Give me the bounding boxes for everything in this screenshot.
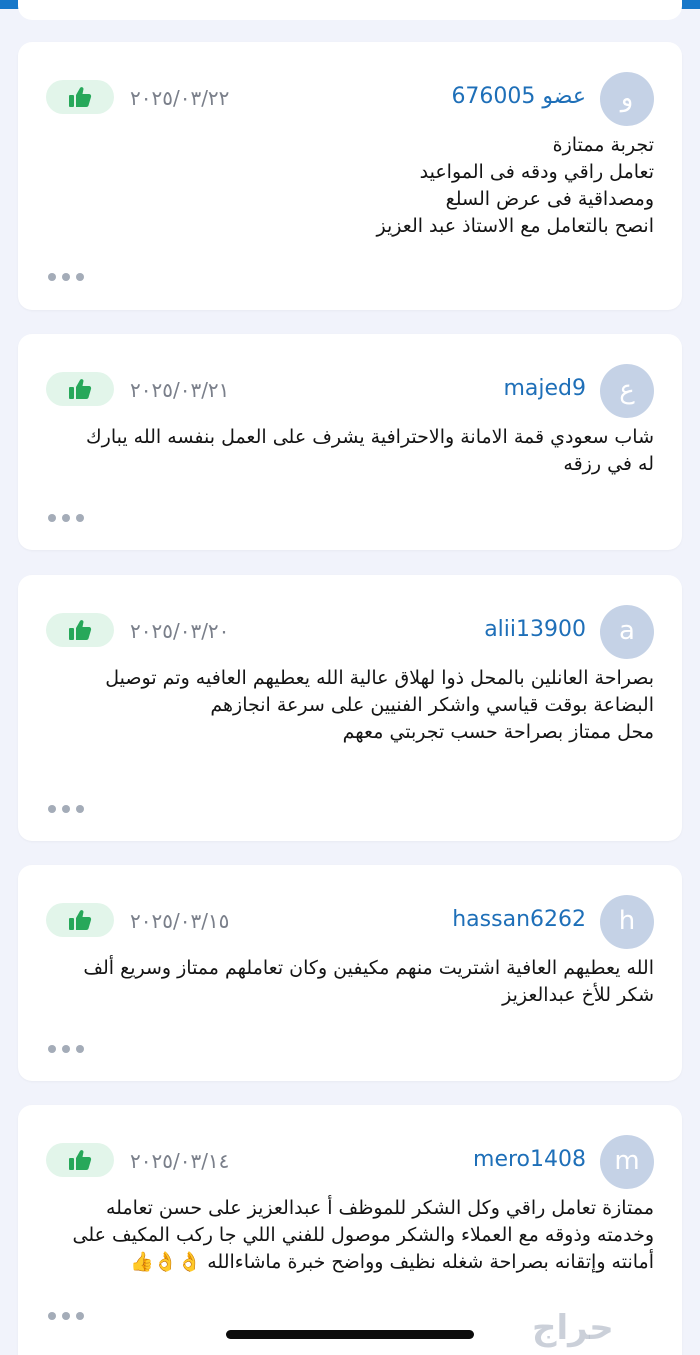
reviewer-username[interactable]: mero1408 xyxy=(473,1147,586,1172)
thumbs-up-icon xyxy=(69,1150,92,1170)
review-date: ٢٠٢٥/٠٣/٢١ xyxy=(130,378,230,402)
more-dots-icon[interactable] xyxy=(48,1043,88,1053)
avatar[interactable]: a xyxy=(600,605,654,659)
thumbs-up-icon xyxy=(69,379,92,399)
avatar[interactable]: و xyxy=(600,72,654,126)
review-text: الله يعطيهم العافية اشتريت منهم مكيفين و… xyxy=(83,957,654,1006)
reviewer-username[interactable]: alii13900 xyxy=(484,617,586,642)
more-dots-icon[interactable] xyxy=(48,803,88,813)
watermark-logo: حراج xyxy=(532,1308,614,1348)
like-badge xyxy=(46,613,114,647)
more-dots-icon[interactable] xyxy=(48,1310,88,1320)
review-date: ٢٠٢٥/٠٣/٢٠ xyxy=(130,619,230,643)
review-text: تجربة ممتازة تعامل راقي ودقه فى المواعيد… xyxy=(376,134,654,237)
review-text: بصراحة العانلين بالمحل ذوا لهلاق عالية ا… xyxy=(105,667,654,743)
thumbs-up-icon xyxy=(69,620,92,640)
review-card: a alii13900 ٢٠٢٥/٠٣/٢٠ بصراحة العانلين ب… xyxy=(18,575,682,841)
reviewer-username[interactable]: hassan6262 xyxy=(452,907,586,932)
more-dots-icon[interactable] xyxy=(48,512,88,522)
more-dots-icon[interactable] xyxy=(48,271,88,281)
review-card: ع majed9 ٢٠٢٥/٠٣/٢١ شاب سعودي قمة الامان… xyxy=(18,334,682,550)
thumbs-up-icon xyxy=(69,910,92,930)
like-badge xyxy=(46,1143,114,1177)
thumbs-up-icon xyxy=(69,87,92,107)
like-badge xyxy=(46,372,114,406)
review-date: ٢٠٢٥/٠٣/٢٢ xyxy=(130,86,230,110)
like-badge xyxy=(46,903,114,937)
review-text: ممتازة تعامل راقي وكل الشكر للموظف أ عبد… xyxy=(72,1197,654,1273)
review-date: ٢٠٢٥/٠٣/١٤ xyxy=(130,1149,230,1173)
reviewer-username[interactable]: majed9 xyxy=(503,376,586,401)
review-text: شاب سعودي قمة الامانة والاحترافية يشرف ع… xyxy=(85,426,654,475)
review-card: و عضو 676005 ٢٠٢٥/٠٣/٢٢ تجربة ممتازة تعا… xyxy=(18,42,682,310)
review-card: h hassan6262 ٢٠٢٥/٠٣/١٥ الله يعطيهم العا… xyxy=(18,865,682,1081)
review-date: ٢٠٢٥/٠٣/١٥ xyxy=(130,909,230,933)
like-badge xyxy=(46,80,114,114)
previous-review-card-edge xyxy=(18,0,682,20)
home-indicator[interactable] xyxy=(226,1330,474,1339)
avatar[interactable]: h xyxy=(600,895,654,949)
avatar[interactable]: ع xyxy=(600,364,654,418)
avatar[interactable]: m xyxy=(600,1135,654,1189)
reviewer-username[interactable]: عضو 676005 xyxy=(451,84,586,109)
